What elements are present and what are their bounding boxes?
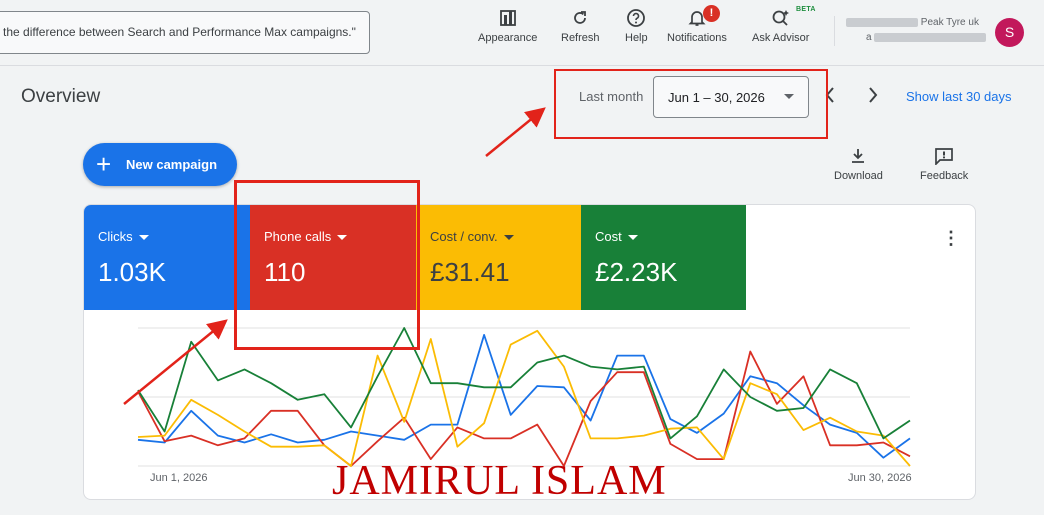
- account-name-text: Peak Tyre uk: [920, 17, 979, 28]
- line-chart: [137, 327, 911, 467]
- x-tick-label-end: Jun 30, 2026: [848, 472, 912, 484]
- download-icon: [852, 149, 865, 163]
- help-label: Help: [625, 32, 648, 44]
- refresh-icon: [574, 11, 587, 24]
- refresh-label: Refresh: [561, 32, 600, 44]
- chevron-right-icon: [869, 87, 878, 103]
- caret-down-icon: [138, 235, 149, 241]
- feedback-button[interactable]: Feedback: [920, 147, 968, 182]
- performance-card: Clicks 1.03K Phone calls 110 Cost / conv…: [83, 204, 976, 500]
- new-campaign-label: New campaign: [126, 157, 218, 172]
- annotation-box-date: [554, 69, 828, 139]
- metric-value: £31.41: [430, 257, 510, 287]
- caret-down-icon: [627, 235, 638, 241]
- account-email-text: a: [866, 32, 872, 43]
- account-name[interactable]: Peak Tyre uk: [846, 17, 979, 28]
- metric-value: £2.23K: [595, 257, 678, 287]
- plus-icon: +: [96, 149, 112, 179]
- metric-label-text: Clicks: [98, 229, 133, 244]
- redacted-text: [846, 17, 918, 27]
- toolbar-divider: [834, 16, 835, 46]
- page-title: Overview: [21, 86, 101, 107]
- feedback-label: Feedback: [920, 170, 969, 182]
- annotation-box-phone-calls: [234, 180, 420, 350]
- redacted-email: [874, 32, 987, 42]
- account-email[interactable]: a: [866, 32, 987, 43]
- ask-advisor-button[interactable]: BETA Ask Advisor: [752, 6, 815, 44]
- metric-tile-cost-per-conversion[interactable]: Cost / conv. £31.41: [416, 205, 581, 310]
- help-icon: [627, 9, 646, 27]
- metric-label-text: Cost: [595, 229, 622, 244]
- help-button[interactable]: Help: [625, 8, 648, 44]
- show-last-30-days-link[interactable]: Show last 30 days: [906, 89, 1012, 104]
- notifications-button[interactable]: ! Notifications: [667, 5, 727, 44]
- next-period-button[interactable]: [867, 85, 879, 109]
- metric-value: 1.03K: [98, 257, 166, 287]
- feedback-icon: [935, 148, 954, 165]
- metric-tile-clicks[interactable]: Clicks 1.03K: [84, 205, 250, 310]
- appearance-label: Appearance: [478, 32, 538, 44]
- notification-badge: !: [703, 5, 720, 22]
- download-label: Download: [834, 170, 883, 182]
- metric-label[interactable]: Cost / conv.: [430, 229, 514, 244]
- watermark-text: JAMIRUL ISLAM: [332, 458, 667, 504]
- beta-tag: BETA: [796, 6, 816, 13]
- caret-down-icon: [503, 235, 514, 241]
- x-tick-label-start: Jun 1, 2026: [150, 472, 208, 484]
- advisor-icon: [772, 10, 789, 26]
- annotation-arrow-date: [485, 107, 546, 157]
- metric-tile-cost[interactable]: Cost £2.23K: [581, 205, 746, 310]
- top-bar: the difference between Search and Perfor…: [0, 0, 1044, 66]
- search-input[interactable]: the difference between Search and Perfor…: [0, 11, 370, 54]
- avatar[interactable]: S: [995, 18, 1024, 47]
- new-campaign-button[interactable]: + New campaign: [83, 143, 237, 186]
- refresh-button[interactable]: Refresh: [561, 8, 600, 44]
- metric-label[interactable]: Clicks: [98, 229, 149, 244]
- notifications-label: Notifications: [667, 32, 727, 44]
- appearance-button[interactable]: Appearance: [478, 8, 537, 44]
- ask-advisor-label: Ask Advisor: [752, 32, 810, 44]
- more-options-icon[interactable]: ⋮: [942, 229, 960, 247]
- download-button[interactable]: Download: [834, 147, 883, 182]
- appearance-icon: [499, 10, 516, 26]
- metric-label[interactable]: Cost: [595, 229, 638, 244]
- metric-label-text: Cost / conv.: [430, 229, 498, 244]
- series-line-clicks: [137, 333, 911, 459]
